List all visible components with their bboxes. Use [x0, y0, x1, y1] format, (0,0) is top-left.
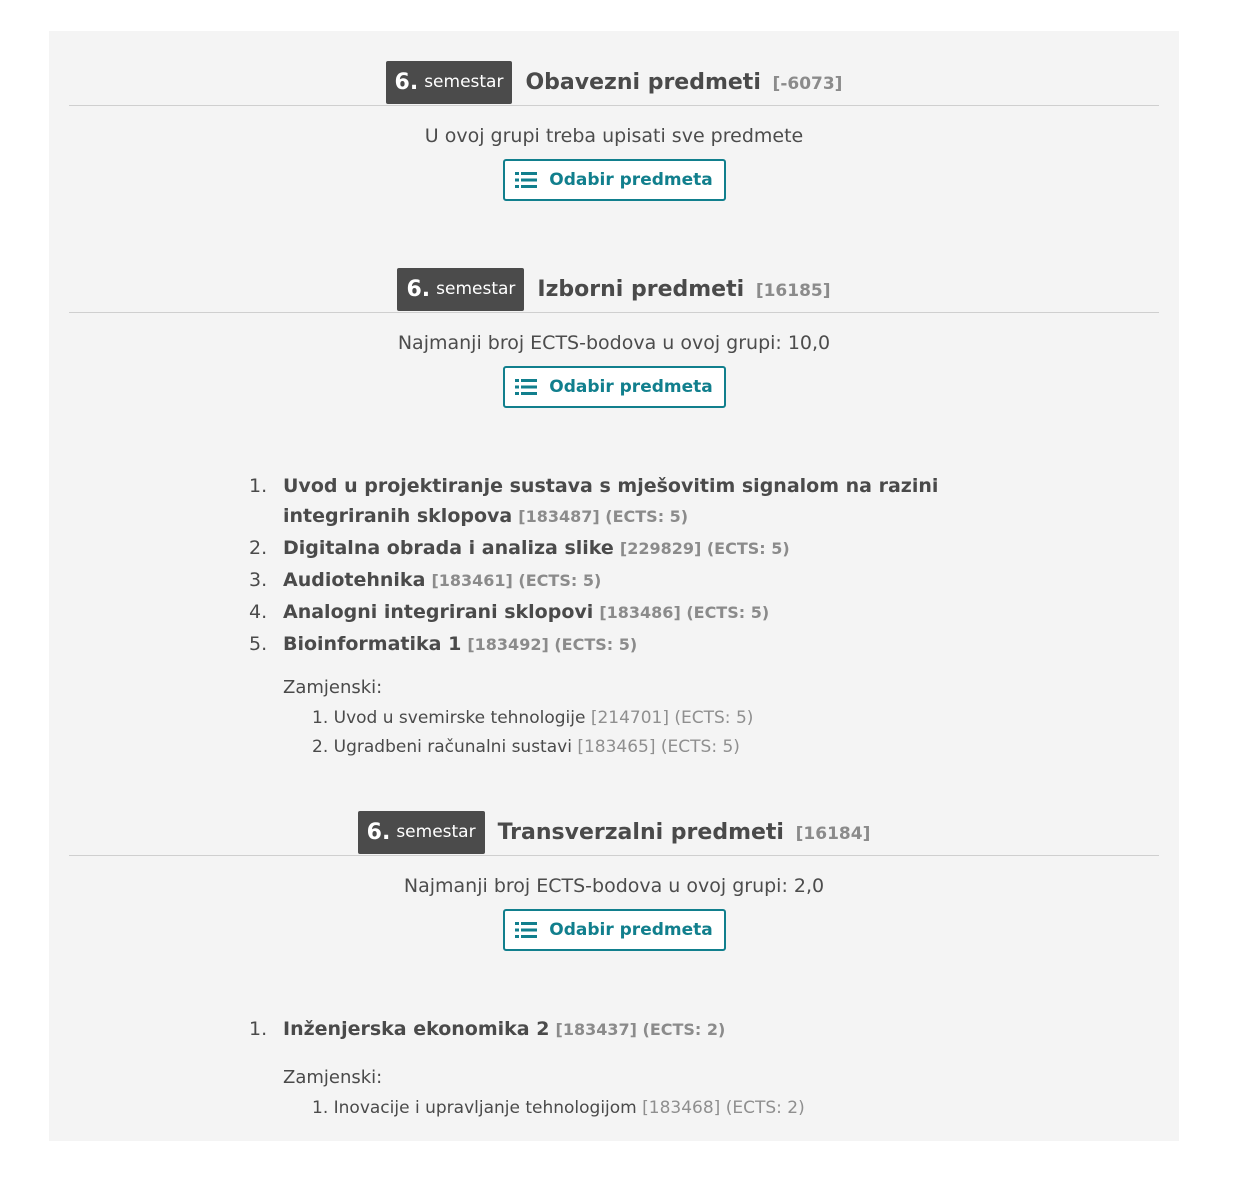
course-select-button[interactable]: Odabir predmeta [502, 366, 726, 408]
group-heading: 6. semestar Transverzalni predmeti [1618… [69, 810, 1159, 854]
alternatives-block: Zamjenski: 1. Uvod u svemirske tehnologi… [283, 675, 753, 762]
course-text: Uvod u projektiranje sustava s mješoviti… [283, 471, 969, 532]
alternative-meta: [183468] (ECTS: 2) [642, 1098, 805, 1118]
alternative-number: 1. [312, 708, 329, 728]
course-meta: [183461] (ECTS: 5) [431, 571, 602, 590]
course-text: Audiotehnika [183461] (ECTS: 5) [283, 565, 601, 596]
course-item: 2. Digitalna obrada i analiza slike [229… [249, 533, 969, 564]
alternative-number: 1. [312, 1098, 329, 1118]
course-name: Analogni integrirani sklopovi [283, 601, 594, 623]
group-title: Obavezni predmeti [-6073] [525, 70, 842, 95]
group-code: [16184] [795, 823, 871, 844]
alternative-meta: [183465] (ECTS: 5) [577, 737, 740, 757]
course-item: 4. Analogni integrirani sklopovi [183486… [249, 597, 969, 628]
course-number: 2. [249, 537, 268, 559]
group-title-text: Izborni predmeti [537, 276, 745, 302]
course-number: 1. [249, 475, 268, 497]
alternative-item: 1. Uvod u svemirske tehnologije [214701]… [312, 704, 753, 733]
course-name: Bioinformatika 1 [283, 633, 462, 655]
divider [69, 855, 1159, 856]
group-note: Najmanji broj ECTS-bodova u ovoj grupi: … [397, 332, 831, 354]
group-note: U ovoj grupi treba upisati sve predmete [424, 125, 804, 147]
course-select-button-label: Odabir predmeta [549, 170, 713, 190]
course-item: 3. Audiotehnika [183461] (ECTS: 5) [249, 565, 969, 596]
course-meta: [183487] (ECTS: 5) [518, 507, 689, 526]
course-text: Bioinformatika 1 [183492] (ECTS: 5) [283, 629, 637, 660]
alternatives-label: Zamjenski: [283, 1067, 383, 1088]
group-note: Najmanji broj ECTS-bodova u ovoj grupi: … [403, 875, 825, 897]
alternative-item: 1. Inovacije i upravljanje tehnologijom … [312, 1094, 805, 1123]
course-meta: [229829] (ECTS: 5) [619, 539, 790, 558]
group-heading: 6. semestar Obavezni predmeti [-6073] [69, 60, 1159, 104]
course-meta: [183486] (ECTS: 5) [599, 603, 770, 622]
group-title-text: Obavezni predmeti [525, 69, 761, 95]
semester-number: 6. [406, 276, 431, 302]
semester-badge: 6. semestar [357, 810, 485, 854]
course-item: 1. Uvod u projektiranje sustava s mješov… [249, 471, 969, 532]
list-icon [515, 172, 538, 188]
group-code: [16185] [755, 280, 831, 301]
course-name: Digitalna obrada i analiza slike [283, 537, 614, 559]
alternative-number: 2. [312, 737, 329, 757]
alternatives-list: 1. Inovacije i upravljanje tehnologijom … [312, 1094, 805, 1123]
group-heading: 6. semestar Izborni predmeti [16185] [69, 267, 1159, 311]
group-title: Transverzalni predmeti [16184] [498, 820, 871, 845]
list-icon [515, 379, 538, 395]
semester-number: 6. [366, 819, 391, 845]
semester-word: semestar [436, 279, 516, 299]
course-meta: [183492] (ECTS: 5) [467, 635, 638, 654]
alternative-name: Ugradbeni računalni sustavi [333, 737, 572, 757]
course-list: 1. Inženjerska ekonomika 2 [183437] (ECT… [249, 1014, 969, 1046]
course-number: 5. [249, 633, 268, 655]
course-number: 3. [249, 569, 268, 591]
list-icon [515, 922, 538, 938]
semester-badge: 6. semestar [397, 267, 525, 311]
alternative-name: Uvod u svemirske tehnologije [333, 708, 586, 728]
course-list: 1. Uvod u projektiranje sustava s mješov… [249, 471, 969, 661]
course-select-button-label: Odabir predmeta [549, 377, 713, 397]
group-title: Izborni predmeti [16185] [537, 277, 830, 302]
course-number: 4. [249, 601, 268, 623]
semester-word: semestar [424, 72, 504, 92]
course-text: Analogni integrirani sklopovi [183486] (… [283, 597, 769, 628]
group-code: [-6073] [772, 73, 843, 94]
course-name: Audiotehnika [283, 569, 426, 591]
divider [69, 105, 1159, 106]
semester-badge: 6. semestar [385, 60, 513, 104]
course-text: Inženjerska ekonomika 2 [183437] (ECTS: … [283, 1014, 725, 1045]
course-name: Inženjerska ekonomika 2 [283, 1018, 550, 1040]
course-select-button-label: Odabir predmeta [549, 920, 713, 940]
semester-number: 6. [394, 69, 419, 95]
group-izborni: 6. semestar Izborni predmeti [16185] Naj… [69, 267, 1159, 757]
group-transverzalni: 6. semestar Transverzalni predmeti [1618… [69, 810, 1159, 1118]
course-groups-panel: 6. semestar Obavezni predmeti [-6073] U … [49, 31, 1179, 1141]
alternatives-list: 1. Uvod u svemirske tehnologije [214701]… [312, 704, 753, 762]
course-item: 5. Bioinformatika 1 [183492] (ECTS: 5) [249, 629, 969, 660]
group-title-text: Transverzalni predmeti [497, 819, 784, 845]
semester-word: semestar [396, 822, 476, 842]
divider [69, 312, 1159, 313]
course-select-button[interactable]: Odabir predmeta [502, 909, 726, 951]
alternatives-label: Zamjenski: [283, 677, 383, 698]
course-meta: [183437] (ECTS: 2) [555, 1020, 726, 1039]
alternative-meta: [214701] (ECTS: 5) [590, 708, 754, 728]
alternative-item: 2. Ugradbeni računalni sustavi [183465] … [312, 733, 753, 762]
alternatives-block: Zamjenski: 1. Inovacije i upravljanje te… [283, 1065, 805, 1123]
course-number: 1. [249, 1018, 268, 1040]
course-item: 1. Inženjerska ekonomika 2 [183437] (ECT… [249, 1014, 969, 1045]
course-select-button[interactable]: Odabir predmeta [502, 159, 726, 201]
alternative-name: Inovacije i upravljanje tehnologijom [333, 1098, 637, 1118]
course-text: Digitalna obrada i analiza slike [229829… [283, 533, 790, 564]
group-obavezni: 6. semestar Obavezni predmeti [-6073] U … [69, 60, 1159, 201]
